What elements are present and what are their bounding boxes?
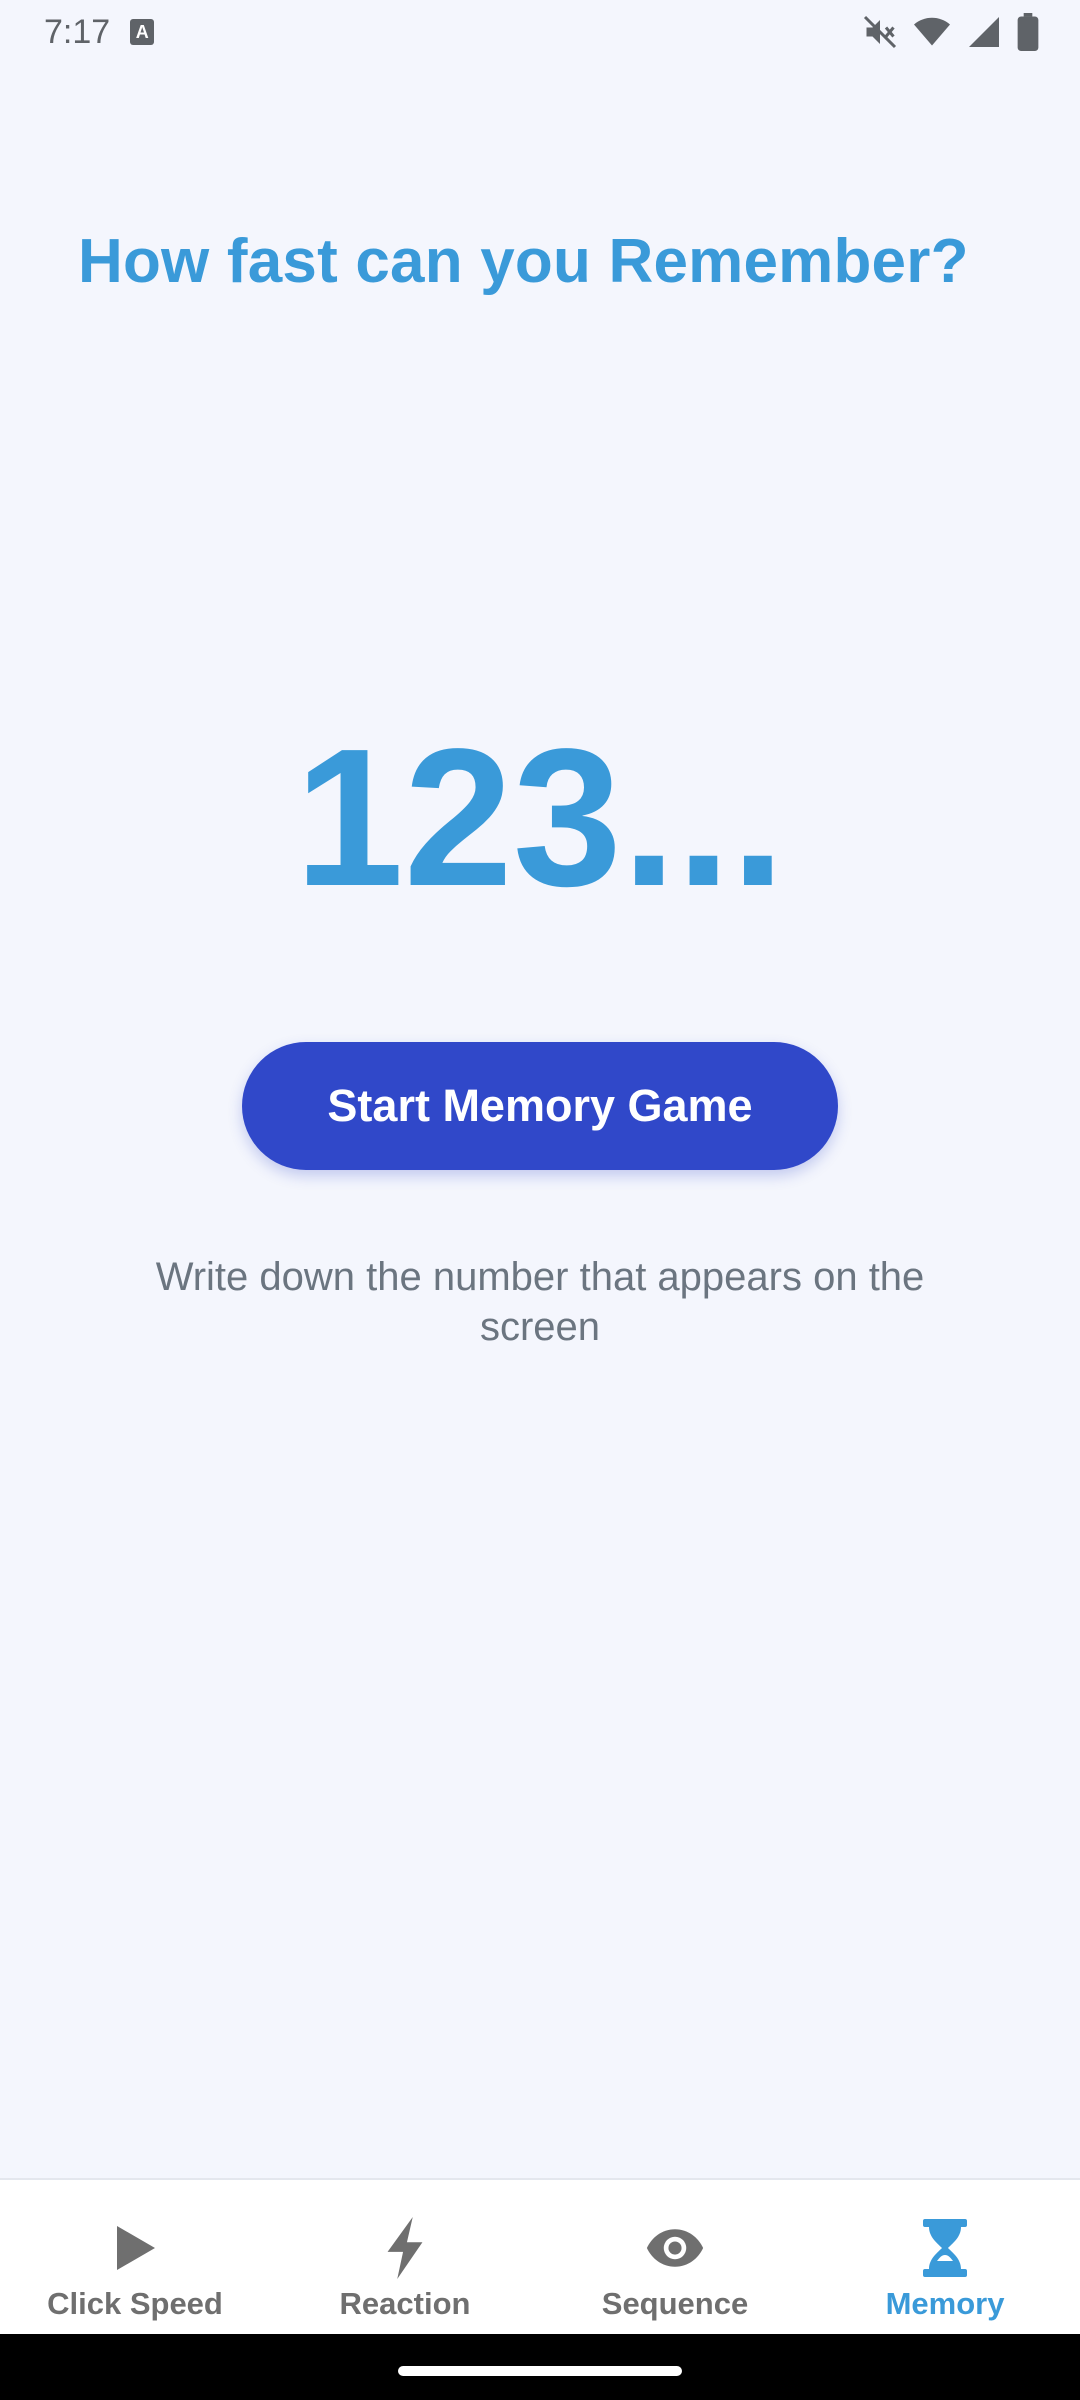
- status-icons: [862, 13, 1040, 51]
- nav-item-sequence[interactable]: Sequence: [540, 2180, 810, 2334]
- system-navigation-bar: [0, 2334, 1080, 2400]
- nav-label-memory: Memory: [885, 2286, 1005, 2321]
- nav-item-click-speed[interactable]: Click Speed: [0, 2180, 270, 2334]
- bottom-navigation: Click Speed Reaction Sequence Memory: [0, 2178, 1080, 2334]
- start-memory-game-button[interactable]: Start Memory Game: [242, 1042, 838, 1170]
- nav-label-reaction: Reaction: [339, 2286, 471, 2321]
- mute-icon: [862, 14, 898, 50]
- keyboard-a-icon: A: [130, 19, 155, 45]
- gesture-handle[interactable]: [398, 2366, 682, 2376]
- nav-item-reaction[interactable]: Reaction: [270, 2180, 540, 2334]
- status-time: 7:17: [44, 12, 111, 51]
- nav-label-sequence: Sequence: [601, 2286, 749, 2321]
- bolt-icon: [375, 2217, 435, 2279]
- memory-screen: 7:17 A How fast can you Remember? 123...…: [0, 0, 1080, 2400]
- memory-number-display: 123...: [294, 708, 786, 927]
- page-title: How fast can you Remember?: [78, 227, 969, 296]
- nav-item-memory[interactable]: Memory: [810, 2180, 1080, 2334]
- status-left: 7:17 A: [44, 12, 155, 52]
- status-bar: 7:17 A: [0, 0, 1080, 64]
- play-icon: [105, 2218, 165, 2278]
- hourglass-icon: [915, 2218, 975, 2278]
- nav-label-click-speed: Click Speed: [47, 2286, 223, 2321]
- battery-icon: [1016, 13, 1040, 51]
- eye-icon: [645, 2218, 705, 2278]
- instruction-text: Write down the number that appears on th…: [155, 1255, 925, 1349]
- wifi-icon: [912, 14, 952, 50]
- signal-icon: [966, 14, 1002, 50]
